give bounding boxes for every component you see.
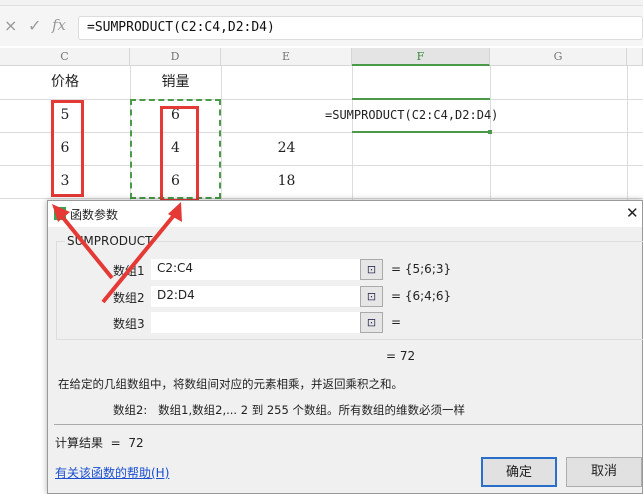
arrow-to-c <box>52 204 114 280</box>
annotation-arrows <box>52 202 182 304</box>
arrow-to-d <box>101 202 182 304</box>
